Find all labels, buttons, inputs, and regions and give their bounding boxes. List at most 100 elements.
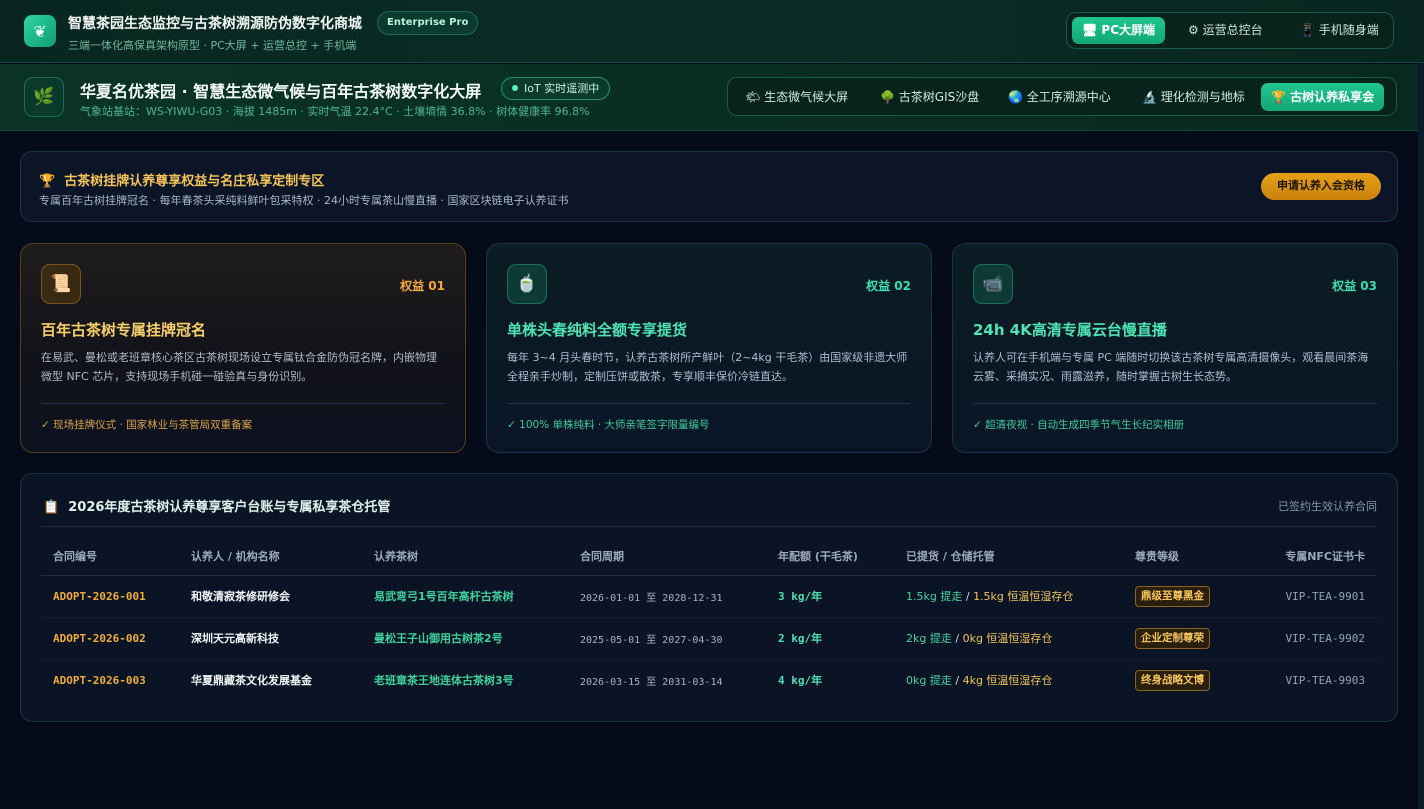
station-info: 气象站基站：WS-YIWU-G03 · 海拔 1485m · 实时气温 22.4… [80, 105, 590, 118]
contract-period: 2025-05-01 至 2027-04-30 [568, 617, 766, 660]
level-cell: 鼎级至尊黑金 [1123, 575, 1243, 618]
scroll-icon: 📜 [41, 264, 81, 304]
sun-cloud-icon: 🌤 [745, 90, 761, 104]
tab-lab-testing[interactable]: 🔬 理化检测与地标 [1132, 83, 1255, 111]
pickup-storage: 1.5kg 提走 / 1.5kg 恒温恒湿存仓 [894, 575, 1123, 618]
clipboard-icon: 📋 [43, 500, 60, 515]
tab-gis-sandbox[interactable]: 🌳 古茶树GIS沙盘 [870, 83, 989, 111]
column-header: 已提货 / 仓储托管 [894, 537, 1123, 576]
dashboard-title: 华夏名优茶园 · 智慧生态微气候与百年古茶树数字化大屏 [80, 82, 482, 101]
contract-id: ADOPT-2026-003 [53, 673, 146, 687]
edition-badge: Enterprise Pro [377, 11, 479, 35]
live-dot-icon [512, 85, 518, 91]
table-row[interactable]: ADOPT-2026-002 深圳天元高新科技 曼松王子山御用古树茶2号 202… [41, 617, 1377, 660]
column-header: 认养茶树 [362, 537, 568, 576]
tab-adoption-club[interactable]: 🏆 古树认养私享会 [1261, 83, 1385, 111]
camera-icon: 📹 [973, 264, 1013, 304]
divider [41, 403, 445, 404]
banner-desc: 专属百年古树挂牌冠名 · 每年春茶头采纯料鲜叶包采特权 · 24小时专属茶山慢直… [39, 194, 569, 207]
phone-icon: 📱 [1300, 23, 1315, 37]
column-header: 合同编号 [41, 537, 179, 576]
annual-quota: 2 kg/年 [766, 617, 894, 660]
herb-icon: 🌿 [24, 77, 64, 117]
tea-leaf-icon: ❦ [24, 15, 56, 47]
benefit-foot: ✓ 现场挂牌仪式 · 国家林业与茶管局双重备案 [41, 419, 253, 431]
top-bar: ❦ 智慧茶园生态监控与古茶树溯源防伪数字化商城 Enterprise Pro 三… [0, 0, 1424, 63]
mode-pc-button[interactable]: 🖥 PC大屏端 [1072, 17, 1166, 44]
tab-trace-center[interactable]: 🌏 全工序溯源中心 [998, 83, 1121, 111]
annual-quota: 4 kg/年 [778, 674, 823, 688]
benefit-tag: 权益 01 [400, 279, 445, 293]
contract-period: 2026-01-01 至 2028-12-31 [568, 575, 766, 618]
adopted-tree: 曼松王子山御用古树茶2号 [362, 617, 568, 660]
iot-status-badge: IoT 实时遥测中 [501, 77, 611, 100]
contract-period: 2026-03-15 至 2031-03-14 [580, 676, 723, 688]
level-badge: 终身战略文博 [1135, 669, 1210, 691]
gear-icon: ⚙ [1188, 23, 1199, 37]
level-badge: 企业定制尊荣 [1135, 627, 1210, 649]
level-badge: 鼎级至尊黑金 [1135, 585, 1210, 607]
column-header: 合同周期 [568, 537, 766, 576]
tea-cup-icon: 🍵 [507, 264, 547, 304]
benefit-title: 单株头春纯料全额专享提货 [507, 321, 688, 339]
adopter-name: 华夏鼎藏茶文化发展基金 [191, 674, 312, 688]
app-subtitle: 三端一体化高保真架构原型 · PC大屏 + 运营总控 + 手机端 [68, 39, 357, 52]
divider [973, 403, 1377, 404]
nfc-card-id: VIP-TEA-9901 [1243, 575, 1377, 618]
contract-id: ADOPT-2026-001 [41, 575, 179, 618]
table-header-row: 合同编号 认养人 / 机构名称 认养茶树 合同周期 年配额 (干毛茶) 已提货 … [41, 537, 1377, 576]
mode-switch: 🖥 PC大屏端 ⚙ 运营总控台 📱 手机随身端 [1066, 12, 1394, 49]
banner-title: 🏆 古茶树挂牌认养尊享权益与名庄私享定制专区 [39, 174, 325, 189]
ledger-table: 合同编号 认养人 / 机构名称 认养茶树 合同周期 年配额 (干毛茶) 已提货 … [41, 537, 1377, 701]
adopted-tree: 老班章茶王地连体古茶树3号 [374, 674, 514, 688]
tab-micro-climate[interactable]: 🌤 生态微气候大屏 [735, 83, 858, 111]
column-header: 认养人 / 机构名称 [179, 537, 362, 576]
dashboard-nav-tabs: 🌤 生态微气候大屏 🌳 古茶树GIS沙盘 🌏 全工序溯源中心 🔬 理化检测与地标… [727, 77, 1397, 116]
adoption-banner: 🏆 古茶树挂牌认养尊享权益与名庄私享定制专区 专属百年古树挂牌冠名 · 每年春茶… [20, 151, 1398, 222]
divider [507, 403, 911, 404]
benefit-desc: 在易武、曼松或老班章核心茶区古茶树现场设立专属钛合金防伪冠名牌，内嵌物理微型 N… [41, 351, 437, 383]
level-cell: 终身战略文博 [1123, 659, 1243, 701]
tree-icon: 🌳 [880, 90, 895, 104]
adopter-name: 深圳天元高新科技 [179, 617, 362, 660]
ledger-title: 📋 2026年度古茶树认养尊享客户台账与专属私享茶仓托管 [43, 500, 391, 515]
trophy-icon: 🏆 [39, 174, 56, 189]
trophy-icon: 🏆 [1271, 90, 1286, 104]
adopted-tree: 易武弯弓1号百年高杆古茶树 [362, 575, 568, 618]
benefit-foot: ✓ 超清夜视 · 自动生成四季节气生长纪实相册 [973, 419, 1185, 431]
benefit-card-01: 📜 权益 01 百年古茶树专属挂牌冠名 在易武、曼松或老班章核心茶区古茶树现场设… [20, 243, 466, 453]
globe-icon: 🌏 [1008, 90, 1023, 104]
benefit-tag: 权益 03 [1332, 279, 1377, 293]
nfc-card-id: VIP-TEA-9902 [1243, 617, 1377, 660]
adopter-name: 和敬清寂茶修研修会 [179, 575, 362, 618]
app-title: 智慧茶园生态监控与古茶树溯源防伪数字化商城 [68, 16, 362, 32]
nfc-card-id: VIP-TEA-9903 [1285, 673, 1365, 687]
level-cell: 企业定制尊荣 [1123, 617, 1243, 660]
divider [41, 526, 1377, 527]
table-row[interactable]: ADOPT-2026-001 和敬清寂茶修研修会 易武弯弓1号百年高杆古茶树 2… [41, 575, 1377, 618]
benefit-tag: 权益 02 [866, 279, 911, 293]
column-header: 专属NFC证书卡 [1243, 537, 1377, 576]
pickup-storage: 0kg 提走 / 4kg 恒温恒湿存仓 [906, 674, 1053, 688]
apply-adoption-button[interactable]: 申请认养入会资格 [1261, 173, 1381, 200]
table-row[interactable]: ADOPT-2026-003 华夏鼎藏茶文化发展基金 老班章茶王地连体古茶树3号… [41, 659, 1377, 701]
benefit-card-02: 🍵 权益 02 单株头春纯料全额专享提货 每年 3~4 月头春时节，认养古茶树所… [486, 243, 932, 453]
annual-quota: 3 kg/年 [766, 575, 894, 618]
column-header: 尊贵等级 [1123, 537, 1243, 576]
benefit-title: 百年古茶树专属挂牌冠名 [41, 321, 207, 339]
mode-ops-button[interactable]: ⚙ 运营总控台 [1178, 17, 1273, 44]
microscope-icon: 🔬 [1142, 90, 1157, 104]
column-header: 年配额 (干毛茶) [766, 537, 894, 576]
pickup-storage: 2kg 提走 / 0kg 恒温恒湿存仓 [894, 617, 1123, 660]
benefit-desc: 认养人可在手机端与专属 PC 端随时切换该古茶树专属高清摄像头，观看晨间茶海云雾… [973, 351, 1369, 383]
benefit-foot: ✓ 100% 单株纯料 · 大师亲笔签字限量编号 [507, 419, 710, 431]
benefit-title: 24h 4K高清专属云台慢直播 [973, 321, 1167, 339]
adoption-ledger-panel: 📋 2026年度古茶树认养尊享客户台账与专属私享茶仓托管 已签约生效认养合同 合… [20, 473, 1398, 722]
mode-mobile-button[interactable]: 📱 手机随身端 [1290, 17, 1389, 44]
benefit-desc: 每年 3~4 月头春时节，认养古茶树所产鲜叶（2~4kg 干毛茶）由国家级非遗大… [507, 351, 908, 383]
ledger-status: 已签约生效认养合同 [1278, 500, 1377, 513]
contract-id: ADOPT-2026-002 [41, 617, 179, 660]
page-scrollbar[interactable] [1418, 63, 1424, 809]
monitor-icon: 🖥 [1082, 23, 1098, 37]
benefit-card-03: 📹 权益 03 24h 4K高清专属云台慢直播 认养人可在手机端与专属 PC 端… [952, 243, 1398, 453]
